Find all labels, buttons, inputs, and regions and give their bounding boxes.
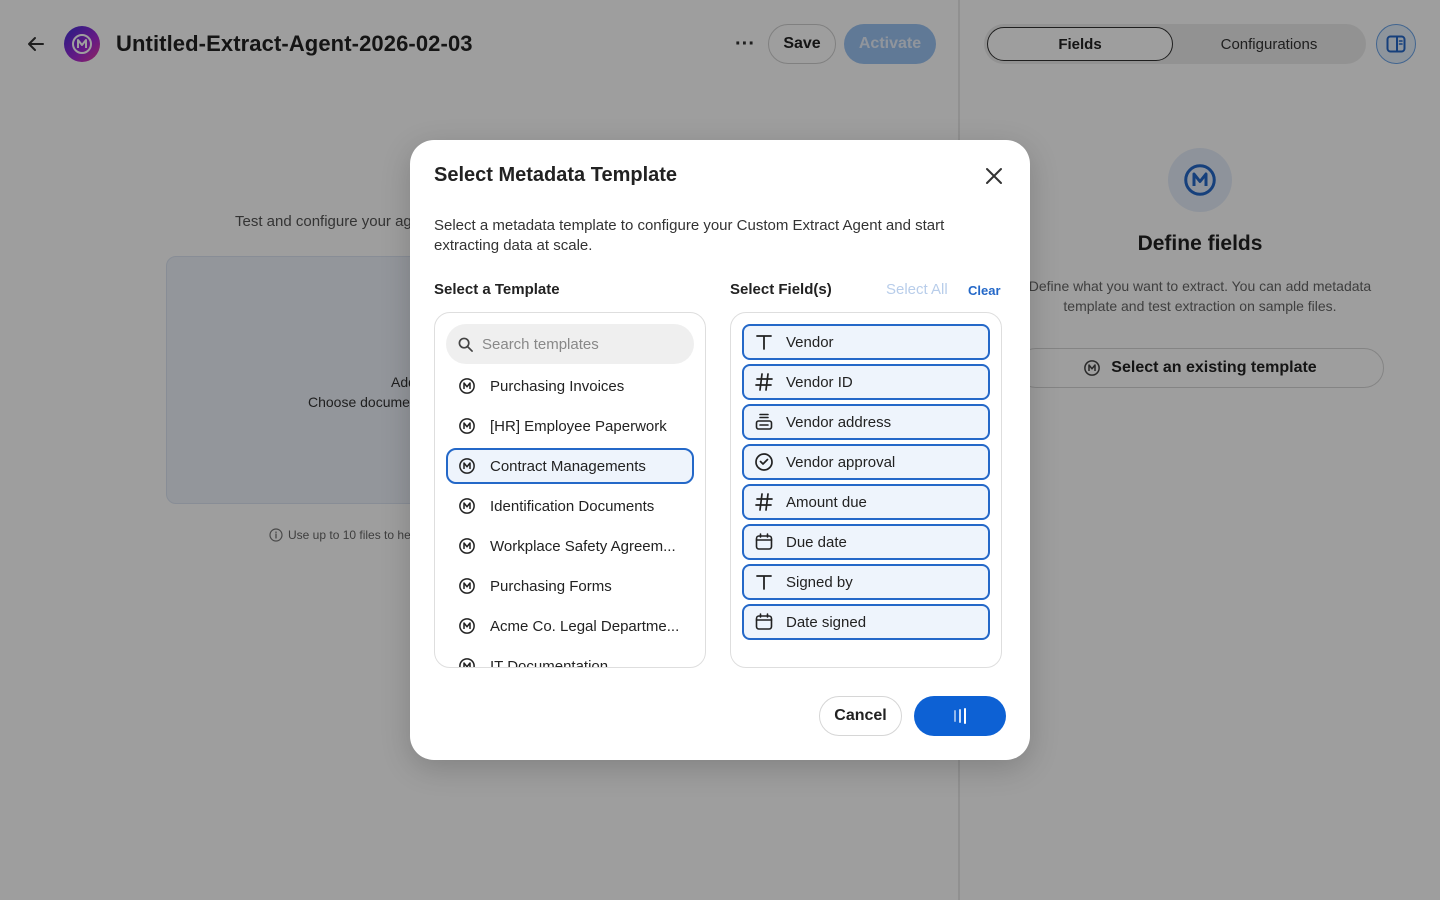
field-item[interactable]: Vendor ID [742,364,990,400]
select-all-link[interactable]: Select All [886,281,948,298]
checkmark-circle-icon [755,453,773,471]
field-item[interactable]: Signed by [742,564,990,600]
template-item-selected[interactable]: Contract Managements [446,448,694,484]
template-item-label: IT Documentation [490,657,609,668]
clear-link[interactable]: Clear [968,283,1001,298]
field-list[interactable]: Vendor Vendor ID Vendor address Vendor a… [730,312,1002,668]
field-item[interactable]: Vendor approval [742,444,990,480]
field-item[interactable]: Due date [742,524,990,560]
metadata-m-icon [459,418,475,434]
select-metadata-template-dialog: Select Metadata Template Select a metada… [410,140,1030,760]
number-type-icon [755,493,773,511]
field-item[interactable]: Date signed [742,604,990,640]
dialog-description: Select a metadata template to configure … [434,217,945,254]
field-item[interactable]: Vendor [742,324,990,360]
close-icon [986,168,1002,184]
field-item-label: Vendor approval [786,453,896,471]
search-icon [458,337,473,352]
calendar-icon [755,613,773,630]
field-item-label: Date signed [786,613,867,631]
field-item-label: Due date [786,533,847,551]
metadata-m-icon [459,618,475,634]
text-type-icon [756,335,772,350]
confirm-button[interactable] [914,696,1006,736]
template-item[interactable]: Purchasing Forms [446,568,694,604]
field-item[interactable]: Amount due [742,484,990,520]
template-item-label: Purchasing Invoices [490,377,625,395]
field-item-label: Signed by [786,573,853,591]
field-item[interactable]: Vendor address [742,404,990,440]
template-item[interactable]: Workplace Safety Agreem... [446,528,694,564]
template-item[interactable]: Purchasing Invoices [446,368,694,404]
select-template-label: Select a Template [434,281,560,298]
metadata-m-icon [459,578,475,594]
field-item-label: Vendor address [786,413,892,431]
metadata-m-icon [459,378,475,394]
metadata-m-icon [459,658,475,667]
template-item[interactable]: Acme Co. Legal Departme... [446,608,694,644]
text-type-icon [756,575,772,590]
calendar-icon [755,533,773,550]
cancel-button[interactable]: Cancel [819,696,902,736]
metadata-m-icon [459,538,475,554]
metadata-m-icon [459,458,475,474]
template-item[interactable]: Identification Documents [446,488,694,524]
template-item-label: Purchasing Forms [490,577,612,595]
template-item-label: Acme Co. Legal Departme... [490,617,680,635]
field-item-label: Vendor [786,333,834,351]
template-item-label: Identification Documents [490,497,655,515]
select-fields-label: Select Field(s) [730,281,832,298]
search-input[interactable] [482,335,682,353]
number-type-icon [755,373,773,391]
loading-spinner-icon [954,708,966,724]
template-item[interactable]: [HR] Employee Paperwork [446,408,694,444]
field-item-label: Amount due [786,493,867,511]
close-button[interactable] [980,162,1008,190]
template-item-label: Contract Managements [490,457,646,475]
template-search [446,324,694,364]
template-item-label: Workplace Safety Agreem... [490,537,676,555]
field-item-label: Vendor ID [786,373,853,391]
template-item[interactable]: IT Documentation [446,648,694,668]
dialog-title: Select Metadata Template [434,164,678,186]
template-list[interactable]: Purchasing Invoices [HR] Employee Paperw… [434,312,706,668]
template-item-label: [HR] Employee Paperwork [490,417,667,435]
multiline-type-icon [755,413,773,430]
metadata-m-icon [459,498,475,514]
